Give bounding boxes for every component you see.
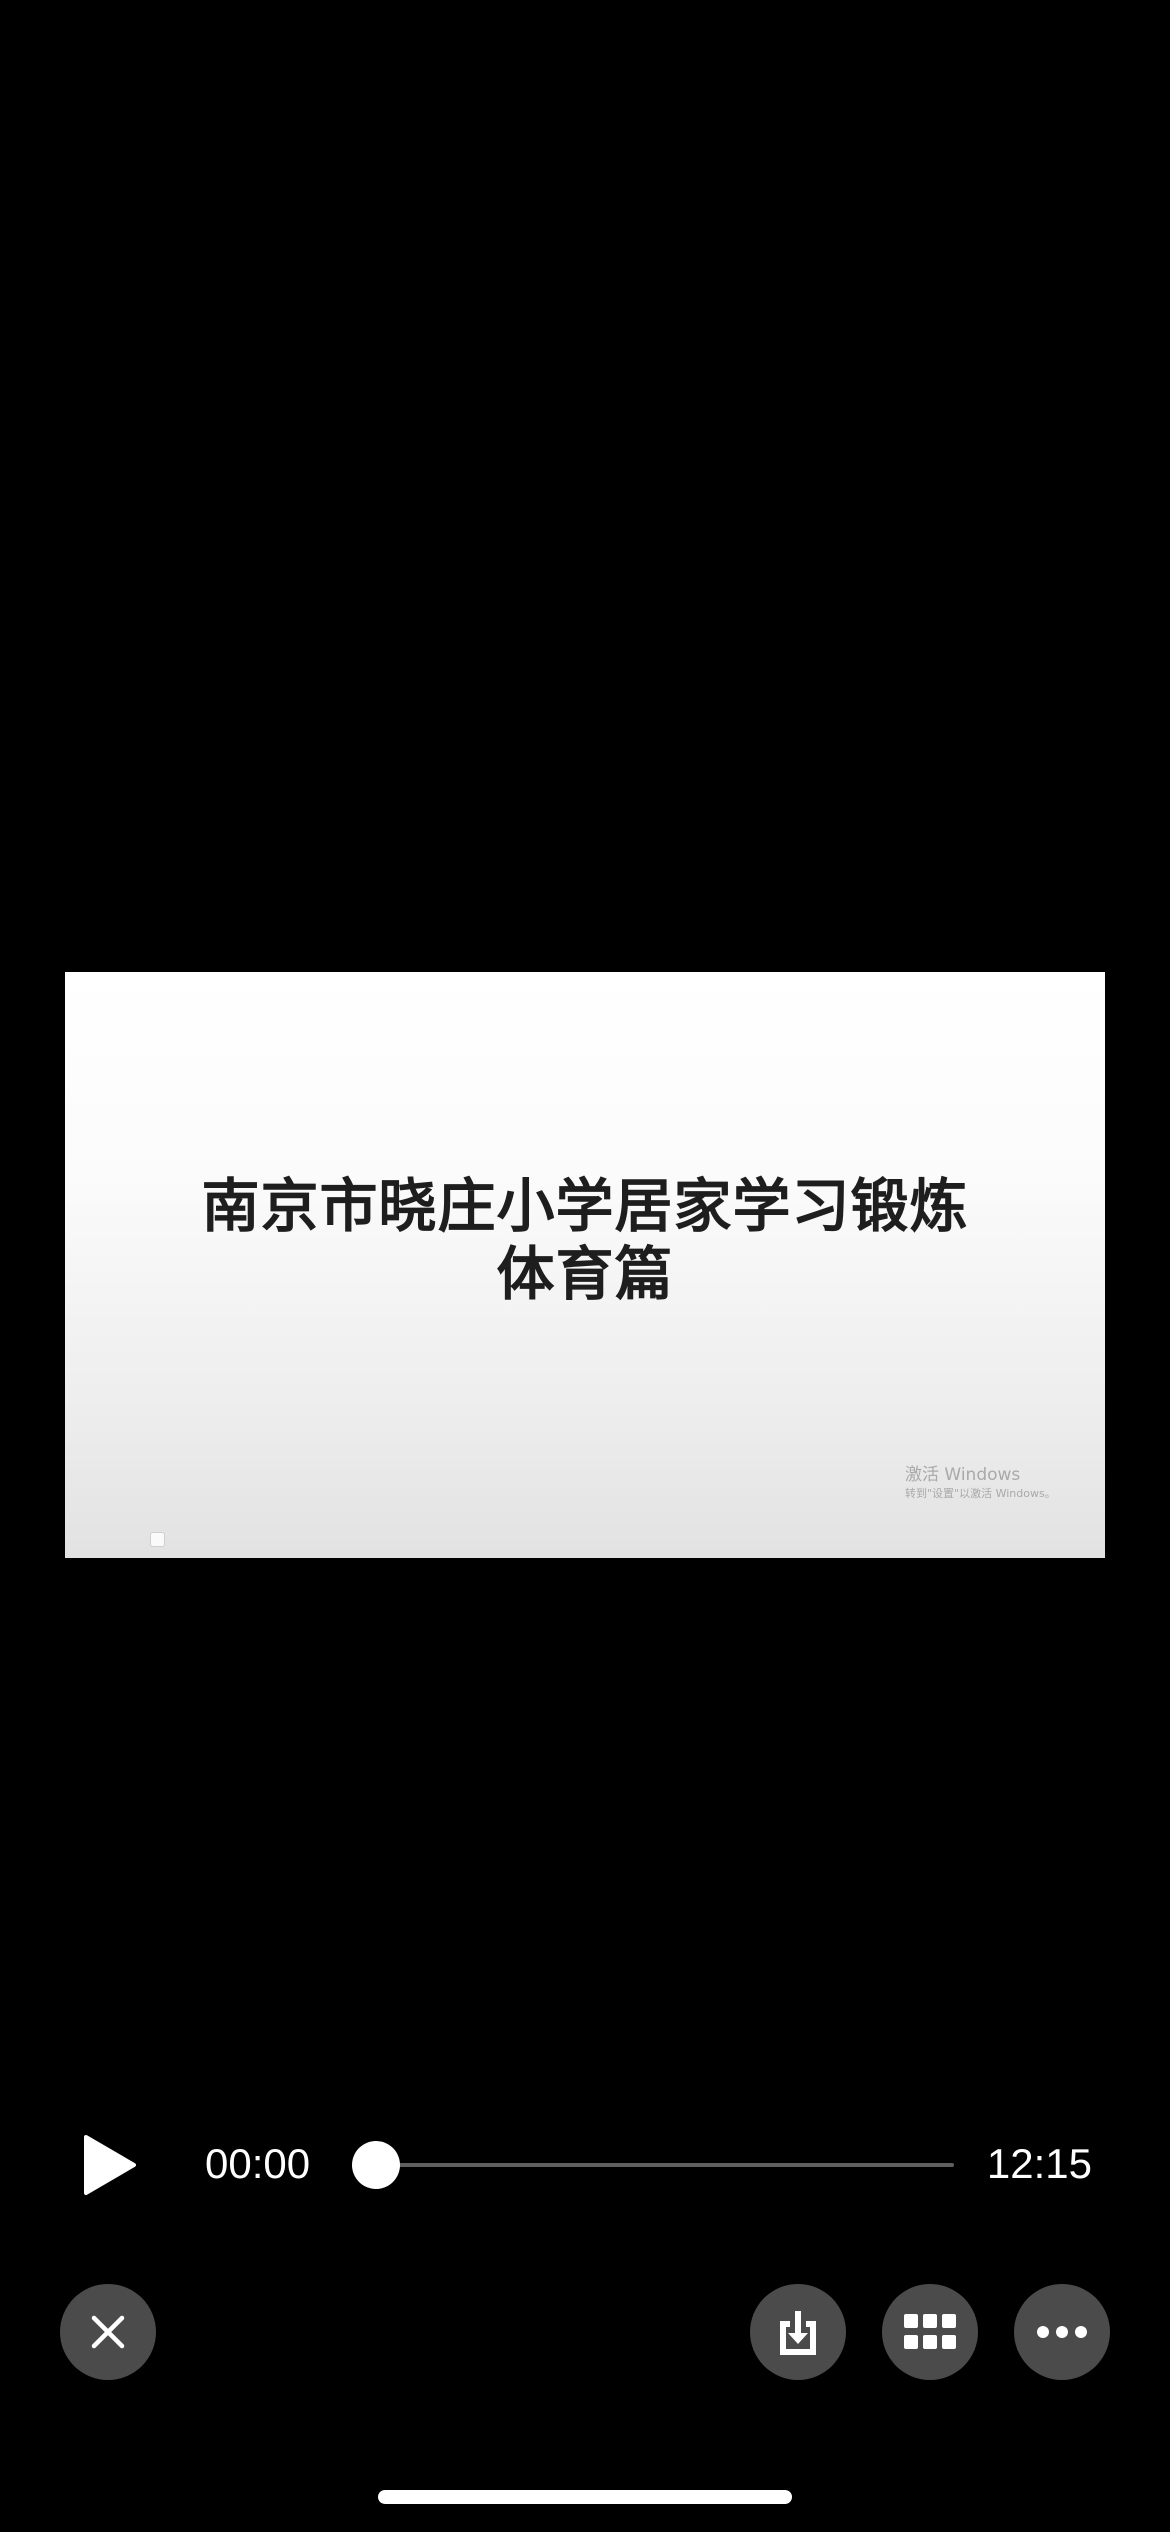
grid-view-button[interactable] <box>882 2284 978 2380</box>
home-indicator[interactable] <box>378 2490 792 2504</box>
slide-title-line-1: 南京市晓庄小学居家学习锻炼 <box>201 1172 969 1240</box>
watermark-line-1: 激活 Windows <box>905 1465 1021 1485</box>
play-icon <box>84 2135 136 2195</box>
slide-title: 南京市晓庄小学居家学习锻炼 体育篇 <box>65 1172 1105 1308</box>
windows-activation-watermark: 激活 Windows 转到"设置"以激活 Windows。 <box>905 1464 1056 1502</box>
play-button[interactable] <box>70 2125 150 2205</box>
total-duration: 12:15 <box>986 2140 1092 2187</box>
video-player-screen: 南京市晓庄小学居家学习锻炼 体育篇 激活 Windows 转到"设置"以激活 W… <box>0 0 1170 2532</box>
elapsed-time: 00:00 <box>205 2140 311 2187</box>
more-horizontal-icon <box>1037 2326 1087 2338</box>
slide-corner-icon <box>150 1532 165 1547</box>
scrubber-track <box>376 2163 954 2167</box>
close-icon <box>91 2315 125 2349</box>
watermark-line-2: 转到"设置"以激活 Windows。 <box>905 1487 1056 1500</box>
scrubber-knob[interactable] <box>352 2141 400 2189</box>
playback-scrubber[interactable] <box>352 2140 954 2190</box>
slide-title-line-2: 体育篇 <box>496 1240 674 1308</box>
download-to-device-icon <box>780 2311 816 2355</box>
save-to-device-button[interactable] <box>750 2284 846 2380</box>
close-button[interactable] <box>60 2284 156 2380</box>
video-frame[interactable]: 南京市晓庄小学居家学习锻炼 体育篇 激活 Windows 转到"设置"以激活 W… <box>65 972 1105 1558</box>
grid-icon <box>904 2314 956 2349</box>
more-options-button[interactable] <box>1014 2284 1110 2380</box>
